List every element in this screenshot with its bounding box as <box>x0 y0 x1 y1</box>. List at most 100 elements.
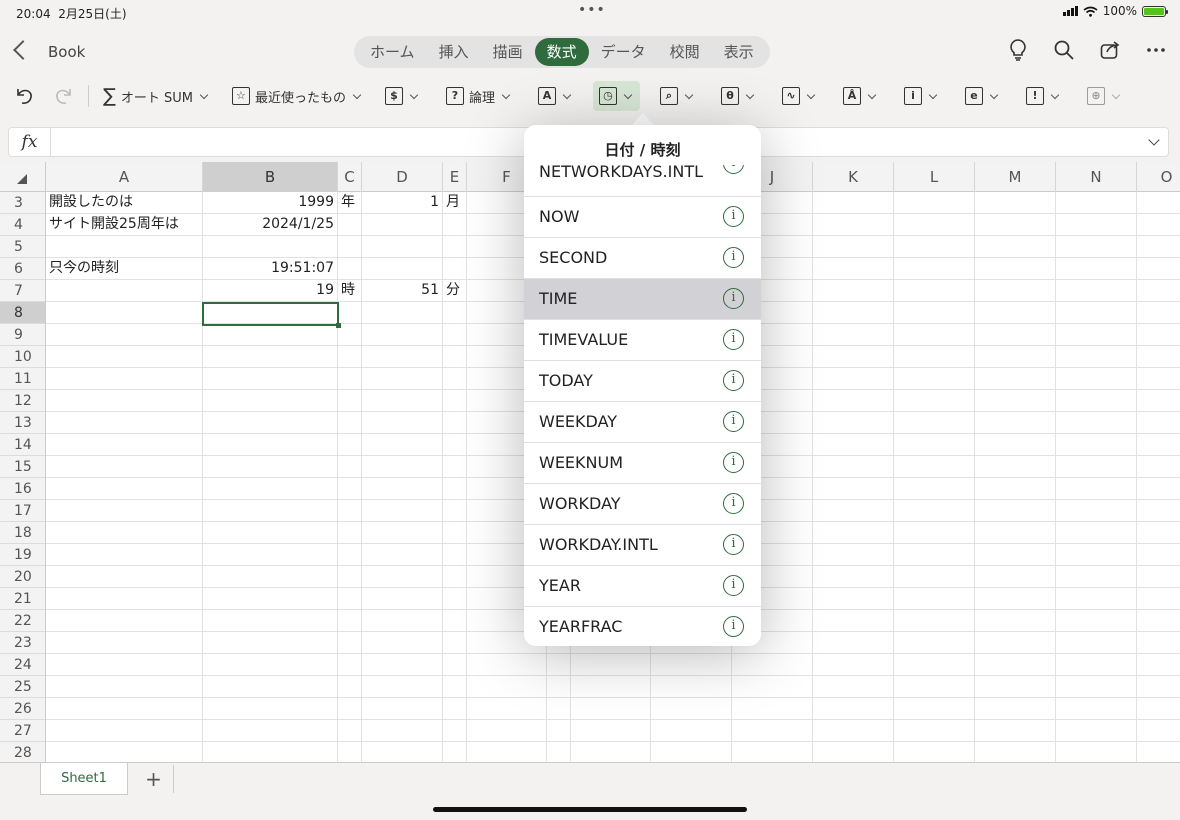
cell-b6[interactable]: 19:51:07 <box>203 258 338 279</box>
cell-c15[interactable] <box>338 456 362 477</box>
cell-b9[interactable] <box>203 324 338 345</box>
cell-m26[interactable] <box>975 698 1056 719</box>
cell-d26[interactable] <box>362 698 443 719</box>
cell-c20[interactable] <box>338 566 362 587</box>
row-header-14[interactable]: 14 <box>0 434 45 456</box>
info-icon[interactable]: i <box>723 493 744 514</box>
cell-l8[interactable] <box>894 302 975 323</box>
column-header-a[interactable]: A <box>46 162 203 192</box>
cell-a24[interactable] <box>46 654 203 675</box>
cell-m14[interactable] <box>975 434 1056 455</box>
cell-e28[interactable] <box>443 742 467 762</box>
cell-o17[interactable] <box>1137 500 1180 521</box>
cell-a21[interactable] <box>46 588 203 609</box>
cell-m15[interactable] <box>975 456 1056 477</box>
cell-n18[interactable] <box>1056 522 1137 543</box>
cell-l21[interactable] <box>894 588 975 609</box>
more-icon[interactable] <box>1144 38 1168 62</box>
cell-m6[interactable] <box>975 258 1056 279</box>
cell-c4[interactable] <box>338 214 362 235</box>
cell-l3[interactable] <box>894 192 975 213</box>
column-header-e[interactable]: E <box>443 162 467 192</box>
cell-c6[interactable] <box>338 258 362 279</box>
cell-d3[interactable]: 1 <box>362 192 443 213</box>
cell-d15[interactable] <box>362 456 443 477</box>
cell-e20[interactable] <box>443 566 467 587</box>
cell-b27[interactable] <box>203 720 338 741</box>
cell-o18[interactable] <box>1137 522 1180 543</box>
undo-button[interactable] <box>8 81 40 111</box>
cell-a12[interactable] <box>46 390 203 411</box>
cell-d20[interactable] <box>362 566 443 587</box>
cell-k12[interactable] <box>813 390 894 411</box>
sheet-tab-sheet1[interactable]: Sheet1 <box>40 763 128 795</box>
cell-a22[interactable] <box>46 610 203 631</box>
cell-l13[interactable] <box>894 412 975 433</box>
cell-m22[interactable] <box>975 610 1056 631</box>
cell-a4[interactable]: サイト開設25周年は <box>46 214 203 235</box>
cell-a17[interactable] <box>46 500 203 521</box>
cell-o6[interactable] <box>1137 258 1180 279</box>
cell-k10[interactable] <box>813 346 894 367</box>
cell-c5[interactable] <box>338 236 362 257</box>
cell-o8[interactable] <box>1137 302 1180 323</box>
cell-n21[interactable] <box>1056 588 1137 609</box>
row-header-5[interactable]: 5 <box>0 236 45 258</box>
cell-i28[interactable] <box>651 742 732 762</box>
cell-c16[interactable] <box>338 478 362 499</box>
cell-n3[interactable] <box>1056 192 1137 213</box>
cell-b21[interactable] <box>203 588 338 609</box>
tab-review[interactable]: 校閲 <box>658 38 712 66</box>
share-icon[interactable] <box>1098 38 1122 62</box>
cell-e12[interactable] <box>443 390 467 411</box>
row-header-9[interactable]: 9 <box>0 324 45 346</box>
document-title[interactable]: Book <box>48 43 85 61</box>
function-item-time[interactable]: TIME i <box>524 279 761 320</box>
cell-a3[interactable]: 開設したのは <box>46 192 203 213</box>
cell-g24[interactable] <box>547 654 571 675</box>
cell-k8[interactable] <box>813 302 894 323</box>
cell-e3[interactable]: 月 <box>443 192 467 213</box>
cell-b17[interactable] <box>203 500 338 521</box>
cell-m5[interactable] <box>975 236 1056 257</box>
cell-e8[interactable] <box>443 302 467 323</box>
cell-h28[interactable] <box>571 742 651 762</box>
cell-l28[interactable] <box>894 742 975 762</box>
cell-n8[interactable] <box>1056 302 1137 323</box>
home-indicator[interactable] <box>433 807 747 812</box>
cell-k17[interactable] <box>813 500 894 521</box>
engineering-functions-button[interactable]: Å <box>837 81 884 111</box>
info-icon[interactable]: i <box>723 206 744 227</box>
function-list[interactable]: NETWORKDAYS.INTLiNOWiSECONDiTIMEiTIMEVAL… <box>524 165 761 646</box>
row-header-28[interactable]: 28 <box>0 742 45 762</box>
cell-b25[interactable] <box>203 676 338 697</box>
cell-l18[interactable] <box>894 522 975 543</box>
cell-l24[interactable] <box>894 654 975 675</box>
cell-n14[interactable] <box>1056 434 1137 455</box>
cell-d27[interactable] <box>362 720 443 741</box>
cell-e11[interactable] <box>443 368 467 389</box>
cell-o9[interactable] <box>1137 324 1180 345</box>
cell-o5[interactable] <box>1137 236 1180 257</box>
math-functions-button[interactable]: θ <box>715 81 762 111</box>
cell-a16[interactable] <box>46 478 203 499</box>
cell-c25[interactable] <box>338 676 362 697</box>
cell-e22[interactable] <box>443 610 467 631</box>
tab-insert[interactable]: 挿入 <box>427 38 481 66</box>
cell-a14[interactable] <box>46 434 203 455</box>
cell-i27[interactable] <box>651 720 732 741</box>
cell-n15[interactable] <box>1056 456 1137 477</box>
cell-k3[interactable] <box>813 192 894 213</box>
cell-b23[interactable] <box>203 632 338 653</box>
row-header-24[interactable]: 24 <box>0 654 45 676</box>
row-header-15[interactable]: 15 <box>0 456 45 478</box>
autosum-button[interactable]: ∑ オート SUM <box>97 81 216 111</box>
row-header-21[interactable]: 21 <box>0 588 45 610</box>
function-item-workday-intl[interactable]: WORKDAY.INTL i <box>524 525 761 566</box>
cell-l19[interactable] <box>894 544 975 565</box>
cell-l14[interactable] <box>894 434 975 455</box>
row-header-20[interactable]: 20 <box>0 566 45 588</box>
expand-chevron-icon[interactable] <box>1148 134 1160 146</box>
cell-o10[interactable] <box>1137 346 1180 367</box>
cell-n23[interactable] <box>1056 632 1137 653</box>
